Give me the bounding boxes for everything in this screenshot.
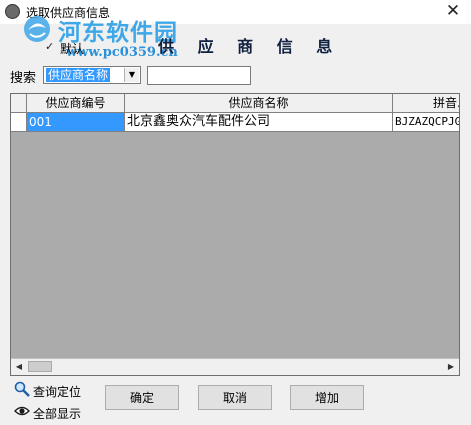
- cell-supplier-name[interactable]: 北京鑫奥众汽车配件公司: [125, 113, 393, 131]
- cell-supplier-code[interactable]: 001: [27, 113, 125, 131]
- horizontal-scrollbar[interactable]: ◀ ▶: [11, 358, 459, 375]
- app-icon: [5, 4, 20, 19]
- supplier-grid[interactable]: 供应商编号 供应商名称 拼音... 001 北京鑫奥众汽车配件公司 BJZAZQ…: [10, 93, 460, 376]
- close-button[interactable]: ✕: [443, 1, 463, 21]
- search-input[interactable]: [147, 66, 251, 85]
- search-field-select[interactable]: 供应商名称 ▼: [43, 66, 141, 84]
- cancel-button[interactable]: 取消: [198, 385, 272, 410]
- header-indicator-cell: [11, 94, 27, 112]
- show-all-label[interactable]: 全部显示: [33, 405, 81, 422]
- add-button[interactable]: 增加: [290, 385, 364, 410]
- row-indicator[interactable]: [11, 113, 27, 131]
- search-field-value: 供应商名称: [46, 68, 111, 82]
- grid-header: 供应商编号 供应商名称 拼音...: [11, 94, 459, 113]
- search-icon[interactable]: [14, 381, 30, 397]
- chevron-down-icon[interactable]: ▼: [124, 68, 139, 82]
- scroll-thumb[interactable]: [28, 361, 52, 372]
- ok-button[interactable]: 确定: [105, 385, 179, 410]
- column-header-pinyin[interactable]: 拼音...: [393, 94, 459, 112]
- column-header-code[interactable]: 供应商编号: [27, 94, 125, 112]
- locate-label[interactable]: 查询定位: [33, 383, 81, 400]
- default-label: 默认: [60, 42, 85, 56]
- page-title: 供 应 商 信 息: [158, 37, 342, 56]
- cell-supplier-pinyin[interactable]: BJZAZQCPJGS: [393, 113, 459, 131]
- close-icon: ✕: [445, 1, 461, 21]
- scroll-right-icon[interactable]: ▶: [443, 359, 459, 374]
- column-header-name[interactable]: 供应商名称: [125, 94, 393, 112]
- eye-icon[interactable]: [14, 403, 30, 419]
- scroll-left-icon[interactable]: ◀: [11, 359, 27, 374]
- search-label: 搜索: [10, 71, 37, 86]
- default-checkbox[interactable]: ✓: [45, 41, 57, 53]
- table-row[interactable]: 001 北京鑫奥众汽车配件公司 BJZAZQCPJGS: [11, 113, 459, 132]
